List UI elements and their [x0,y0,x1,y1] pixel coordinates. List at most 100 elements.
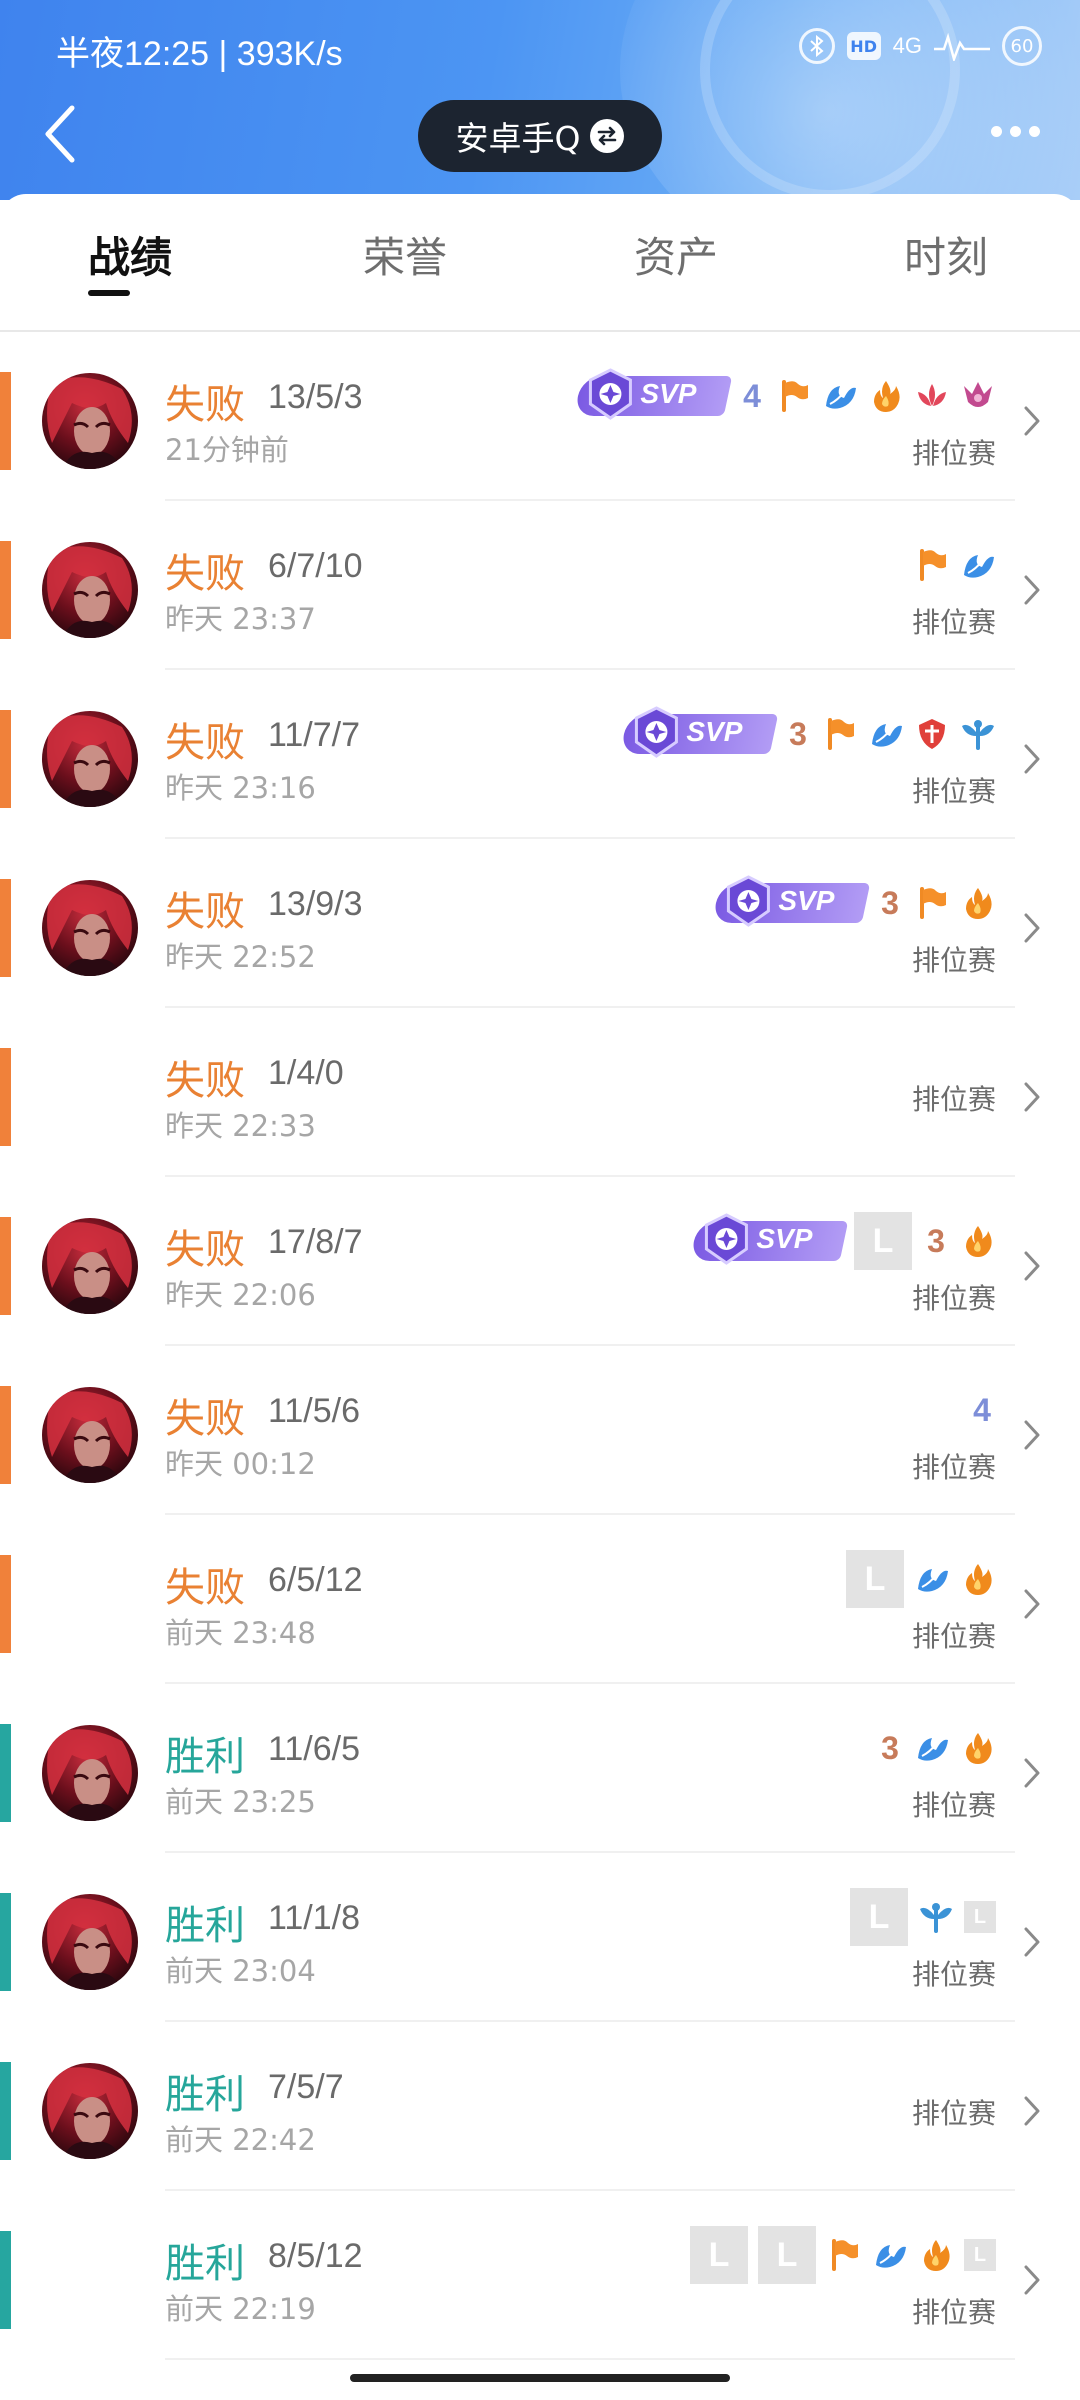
result-indicator-bar [0,1217,11,1315]
match-kda: 7/5/7 [268,2068,344,2106]
multi-kill-badge: 3 [881,1729,899,1766]
match-row[interactable]: 胜利 11/6/5 前天 23:25 3 排位赛 [0,1684,1080,1853]
multi-kill-badge: 3 [789,715,807,752]
account-name: 安卓手Q [455,119,581,158]
more-button[interactable] [991,126,1040,137]
match-mode: 排位赛 [911,606,996,639]
leaf-icon [872,2237,908,2273]
tab-records[interactable]: 战绩 [88,224,172,285]
match-result: 失败 [165,1396,245,1442]
multi-kill-badge: 3 [927,1222,945,1259]
match-result: 失败 [165,1565,245,1611]
match-result: 失败 [165,1058,245,1104]
match-row[interactable]: 胜利 7/5/7 前天 22:42 排位赛 [0,2022,1080,2191]
chevron-right-icon [1022,1418,1042,1452]
match-result: 失败 [165,1227,245,1273]
result-indicator-bar [0,2062,11,2160]
match-kda: 8/5/12 [268,2237,363,2275]
chevron-right-icon [1022,1587,1042,1621]
flag-icon [822,716,858,752]
hero-avatar [42,2063,138,2159]
match-row[interactable]: 失败 13/5/3 21分钟前 svp 4 排位赛 [0,332,1080,501]
status-bar: 半夜12:25 | 393K/s HD 4G 60 [0,0,1080,96]
match-time: 昨天 23:37 [165,602,316,636]
hero-avatar [42,880,138,976]
result-indicator-bar [0,1724,11,1822]
result-indicator-bar [0,1893,11,1991]
fire-icon [960,1730,996,1766]
svp-label: svp [778,885,835,916]
match-time: 昨天 22:06 [165,1278,316,1312]
account-switcher[interactable]: 安卓手Q [418,100,662,172]
match-mode: 排位赛 [911,775,996,808]
match-row[interactable]: 胜利 8/5/12 前天 22:19 L Ll 排位赛 [0,2191,1080,2360]
match-row[interactable]: 胜利 11/1/8 前天 23:04 Ll 排位赛 [0,1853,1080,2022]
match-kda: 6/5/12 [268,1561,363,1599]
hd-voice-icon: HD [846,32,881,60]
match-badges: svp 3 [619,706,996,758]
match-badges: svp L 3 [689,1212,996,1270]
match-kda: 11/5/6 [268,1392,361,1430]
hero-avatar [42,542,138,638]
match-time: 昨天 22:52 [165,940,316,974]
match-row[interactable]: 失败 11/7/7 昨天 23:16 svp 3 排位赛 [0,670,1080,839]
tab-assets[interactable]: 资产 [634,224,718,285]
match-mode: 排位赛 [911,2296,996,2329]
match-result: 胜利 [165,1903,245,1949]
match-mode: 排位赛 [911,1282,996,1315]
chevron-right-icon [1022,911,1042,945]
home-indicator[interactable] [350,2374,730,2382]
hero-avatar [42,1894,138,1990]
chevron-right-icon [1022,2263,1042,2297]
match-kda: 11/1/8 [268,1899,361,1937]
shield-icon [914,716,950,752]
match-mode: 排位赛 [911,1958,996,1991]
match-kda: 11/7/7 [268,716,361,754]
leaf-icon [868,716,904,752]
leaf-icon [914,1730,950,1766]
hero-avatar [42,1387,138,1483]
match-row[interactable]: 失败 17/8/7 昨天 22:06 svp L 3 排位赛 [0,1177,1080,1346]
hero-avatar [42,711,138,807]
match-row[interactable]: 失败 6/5/12 前天 23:48 L 排位赛 [0,1515,1080,1684]
status-time: 半夜12:25 | 393K/s [56,35,343,73]
match-mode: 排位赛 [911,2097,996,2130]
result-indicator-bar [0,1386,11,1484]
match-kda: 17/8/7 [268,1223,363,1261]
chevron-right-icon [1022,742,1042,776]
match-row[interactable]: 失败 6/7/10 昨天 23:37 排位赛 [0,501,1080,670]
match-badges: 4 [968,1388,996,1432]
svp-label: svp [686,716,743,747]
match-result: 失败 [165,551,245,597]
chevron-right-icon [1022,1756,1042,1790]
match-time: 前天 23:48 [165,1616,316,1650]
match-time: 前天 22:42 [165,2123,316,2157]
svp-label: svp [756,1223,813,1254]
match-row[interactable]: 失败 13/9/3 昨天 22:52 svp 3 排位赛 [0,839,1080,1008]
svp-emblem-icon [700,1213,752,1265]
multi-kill-badge: 4 [973,1391,991,1428]
multi-kill-badge: 4 [743,377,761,414]
placeholder-badge: L [854,1212,912,1270]
match-time: 前天 23:25 [165,1785,316,1819]
fire-icon [960,1561,996,1597]
hero-avatar [42,1218,138,1314]
match-list: 失败 13/5/3 21分钟前 svp 4 排位赛 失败 6/7/10 昨天 23:37 排位赛失… [0,332,1080,2360]
result-indicator-bar [0,372,11,470]
result-indicator-bar [0,2231,11,2329]
crown-icon [960,378,996,414]
hero-avatar [42,1725,138,1821]
back-button[interactable] [40,102,84,166]
tab-moments[interactable]: 时刻 [904,224,988,285]
match-row[interactable]: 失败 11/5/6 昨天 00:12 4 排位赛 [0,1346,1080,1515]
match-time: 昨天 22:33 [165,1109,316,1143]
chevron-right-icon [1022,1925,1042,1959]
tab-honors[interactable]: 荣誉 [363,224,447,285]
match-badges: L [846,1550,996,1608]
match-row[interactable]: 失败 1/4/0 昨天 22:33 排位赛 [0,1008,1080,1177]
flag-icon [776,378,812,414]
leaf-icon [914,1561,950,1597]
match-badges: 3 [876,1726,996,1770]
svp-emblem-icon [584,368,636,420]
result-indicator-bar [0,710,11,808]
